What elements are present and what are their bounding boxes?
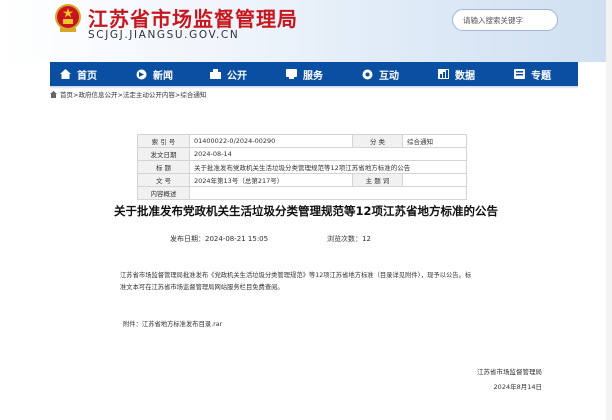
- category-label: 分 类: [352, 134, 403, 148]
- article-title: 关于批准发布党政机关生活垃圾分类管理规范等12项江苏省地方标准的公告: [114, 204, 498, 218]
- body-line: 江苏省市场监督管理局批准发布《党政机关生活垃圾分类管理规范》等12项江苏省地方标…: [120, 272, 472, 279]
- article-body: 江苏省市场监督管理局批准发布《党政机关生活垃圾分类管理规范》等12项江苏省地方标…: [120, 270, 508, 294]
- index-label: 索 引 号: [137, 134, 190, 148]
- site-header: 江苏省市场监督管理局 SCJGJ.JIANGSU.GOV.CN 请输入搜索关键字: [0, 0, 612, 62]
- title-value: 关于批准发布党政机关生活垃圾分类管理规范等12项江苏省地方标准的公告: [189, 160, 467, 174]
- publish-label: 发布日期：: [170, 235, 205, 243]
- views-label: 浏览次数：: [327, 235, 362, 243]
- category-value: 综合通知: [402, 134, 467, 148]
- index-value: 01400022-0/2024-00290: [189, 134, 353, 148]
- data-icon: [438, 69, 449, 79]
- date-value: 2024-08-14: [189, 147, 467, 161]
- home-icon: [60, 69, 71, 79]
- date-label: 发文日期: [137, 147, 190, 161]
- nav-item-topic[interactable]: 专题: [514, 62, 551, 86]
- publish-date-value: 2024-08-21 15:05: [205, 235, 269, 243]
- subject-label: 主 题 词: [352, 173, 403, 187]
- views-value: 12: [362, 235, 371, 243]
- nav-item-news[interactable]: 新闻: [136, 62, 173, 86]
- signature-date: 2024年8月14日: [493, 383, 542, 391]
- title-label: 标 题: [137, 160, 190, 174]
- nav-label: 新闻: [153, 70, 173, 82]
- nav-label: 数据: [455, 70, 475, 82]
- attachment-link[interactable]: 附件：江苏省地方标准发布目录.rar: [123, 319, 222, 328]
- doc-number-label: 文 号: [137, 173, 190, 187]
- breadcrumb-path[interactable]: 首页>政府信息公开>法定主动公开内容>综合通知: [60, 89, 206, 99]
- nav-item-data[interactable]: 数据: [438, 62, 475, 86]
- open-icon: [210, 69, 221, 79]
- home-icon: [50, 90, 57, 98]
- search-input[interactable]: 请输入搜索关键字: [452, 9, 558, 31]
- nav-label: 首页: [77, 70, 97, 82]
- body-line: 准文本可在江苏省市场监督管理局网站服务栏目免费查阅。: [120, 284, 284, 291]
- site-domain: SCJGJ.JIANGSU.GOV.CN: [88, 29, 240, 41]
- summary-value: [189, 186, 467, 200]
- nav-label: 专题: [531, 70, 551, 82]
- doc-number-value: 2024年第13号（总第217号）: [189, 173, 353, 187]
- summary-label: 内容概述: [137, 186, 190, 200]
- national-emblem-icon: [55, 4, 81, 32]
- signature-org: 江苏省市场监督管理局: [477, 368, 542, 376]
- nav-label: 公开: [227, 70, 247, 82]
- service-icon: [286, 69, 297, 79]
- topic-icon: [514, 69, 525, 79]
- nav-item-home[interactable]: 首页: [60, 62, 97, 86]
- nav-item-interact[interactable]: 互动: [362, 62, 399, 86]
- nav-label: 服务: [303, 70, 323, 82]
- interact-icon: [362, 69, 373, 79]
- news-icon: [136, 69, 147, 79]
- breadcrumb: 首页>政府信息公开>法定主动公开内容>综合通知: [50, 89, 206, 99]
- subject-value: [402, 173, 467, 187]
- publish-date: 发布日期：2024-08-21 15:05: [170, 234, 268, 244]
- nav-label: 互动: [379, 70, 399, 82]
- info-table: 索 引 号 01400022-0/2024-00290 分 类 综合通知 发文日…: [137, 134, 467, 200]
- nav-item-service[interactable]: 服务: [286, 62, 323, 86]
- search-placeholder: 请输入搜索关键字: [463, 16, 523, 25]
- nav-item-open[interactable]: 公开: [210, 62, 247, 86]
- scrollbar[interactable]: [606, 0, 612, 420]
- main-nav: 首页 新闻 公开 服务 互动 数据 专题: [50, 62, 578, 86]
- view-count: 浏览次数：12: [327, 234, 371, 244]
- site-title[interactable]: 江苏省市场监督管理局: [88, 3, 298, 32]
